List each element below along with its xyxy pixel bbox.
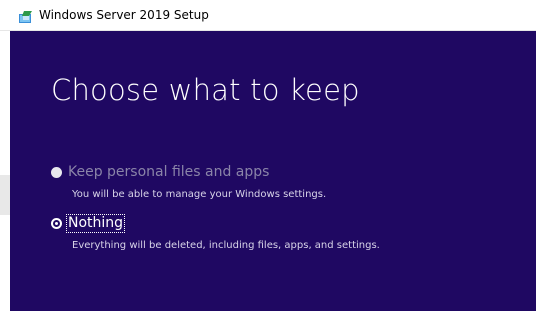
radio-button-disabled	[51, 167, 62, 178]
radio-button-selected[interactable]	[51, 218, 62, 229]
setup-window: Windows Server 2019 Setup Choose what to…	[0, 0, 536, 311]
setup-content: Choose what to keep Keep personal files …	[10, 31, 536, 311]
left-edge	[0, 31, 10, 311]
background-window-fragment	[0, 175, 10, 215]
option-description: Everything will be deleted, including fi…	[72, 240, 380, 251]
page-title: Choose what to keep	[51, 73, 360, 107]
option-description: You will be able to manage your Windows …	[72, 189, 327, 200]
setup-icon	[19, 8, 33, 23]
option-label: Keep personal files and apps	[68, 164, 270, 180]
title-bar: Windows Server 2019 Setup	[0, 0, 536, 31]
window-title: Windows Server 2019 Setup	[39, 8, 209, 22]
option-label[interactable]: Nothing	[65, 214, 126, 233]
